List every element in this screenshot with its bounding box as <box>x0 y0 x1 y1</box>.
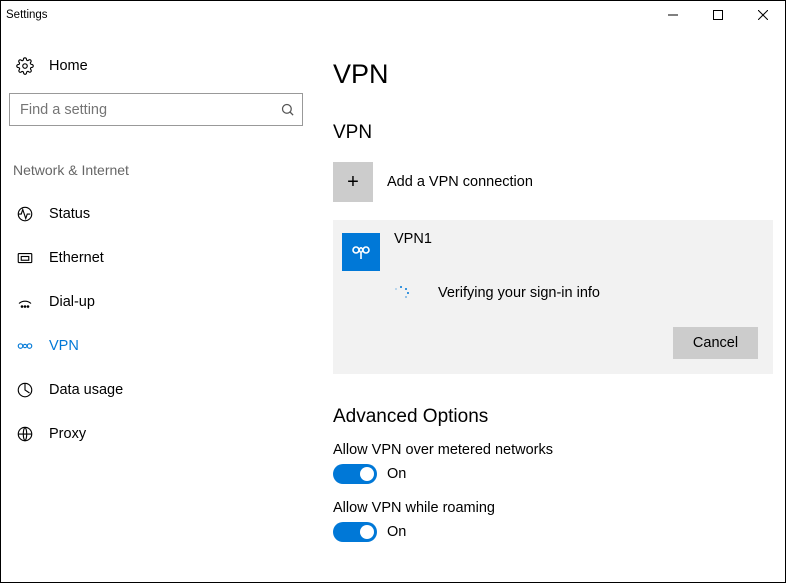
sidebar-item-status[interactable]: Status <box>9 192 303 236</box>
add-vpn-label: Add a VPN connection <box>387 174 533 190</box>
spinner-icon <box>394 286 408 300</box>
sidebar-item-label: Ethernet <box>49 250 104 266</box>
vpn-connection-card[interactable]: VPN1 Verifying your sign-in info Cancel <box>333 220 773 374</box>
sidebar-item-label: Status <box>49 206 90 222</box>
ethernet-icon <box>13 249 37 267</box>
sidebar: Home Network & Internet Status Ether <box>1 29 311 582</box>
window-body: Home Network & Internet Status Ether <box>1 29 785 582</box>
vpn-logo-icon <box>342 233 380 271</box>
section-title: Network & Internet <box>9 162 303 192</box>
vpn-status-row: Verifying your sign-in info <box>394 285 758 301</box>
page-title: VPN <box>333 59 773 90</box>
main-content: VPN VPN + Add a VPN connection VPN1 <box>311 29 785 582</box>
sidebar-item-label: VPN <box>49 338 79 354</box>
add-vpn-button[interactable]: + Add a VPN connection <box>333 160 773 204</box>
sidebar-item-label: Proxy <box>49 426 86 442</box>
option-roaming: Allow VPN while roaming On <box>333 500 773 542</box>
maximize-button[interactable] <box>695 1 740 29</box>
search-icon <box>272 102 302 117</box>
option-metered-label: Allow VPN over metered networks <box>333 442 773 458</box>
option-roaming-label: Allow VPN while roaming <box>333 500 773 516</box>
status-icon <box>13 205 37 223</box>
titlebar: Settings <box>1 1 785 29</box>
vpn-icon <box>13 337 37 355</box>
advanced-options-heading: Advanced Options <box>333 406 773 428</box>
gear-icon <box>13 57 37 75</box>
option-metered: Allow VPN over metered networks On <box>333 442 773 484</box>
sidebar-item-label: Data usage <box>49 382 123 398</box>
metered-toggle[interactable] <box>333 464 377 484</box>
cancel-button[interactable]: Cancel <box>673 327 758 359</box>
window-title: Settings <box>1 9 650 21</box>
sidebar-item-proxy[interactable]: Proxy <box>9 412 303 456</box>
close-button[interactable] <box>740 1 785 29</box>
search-box[interactable] <box>9 93 303 126</box>
plus-icon: + <box>333 162 373 202</box>
data-usage-icon <box>13 381 37 399</box>
proxy-icon <box>13 425 37 443</box>
sidebar-item-dialup[interactable]: Dial-up <box>9 280 303 324</box>
home-label: Home <box>49 58 88 74</box>
search-input[interactable] <box>10 102 272 118</box>
vpn-button-row: Cancel <box>342 327 758 359</box>
section-vpn-heading: VPN <box>333 122 773 144</box>
metered-state: On <box>387 466 406 482</box>
sidebar-item-vpn[interactable]: VPN <box>9 324 303 368</box>
sidebar-item-ethernet[interactable]: Ethernet <box>9 236 303 280</box>
sidebar-item-datausage[interactable]: Data usage <box>9 368 303 412</box>
dialup-icon <box>13 293 37 311</box>
roaming-state: On <box>387 524 406 540</box>
sidebar-item-label: Dial-up <box>49 294 95 310</box>
roaming-toggle[interactable] <box>333 522 377 542</box>
vpn-status-text: Verifying your sign-in info <box>438 285 600 301</box>
vpn-card-header: VPN1 <box>342 231 758 271</box>
minimize-button[interactable] <box>650 1 695 29</box>
home-button[interactable]: Home <box>9 47 303 93</box>
vpn-name: VPN1 <box>394 231 432 247</box>
settings-window: Settings Home Network & In <box>0 0 786 583</box>
